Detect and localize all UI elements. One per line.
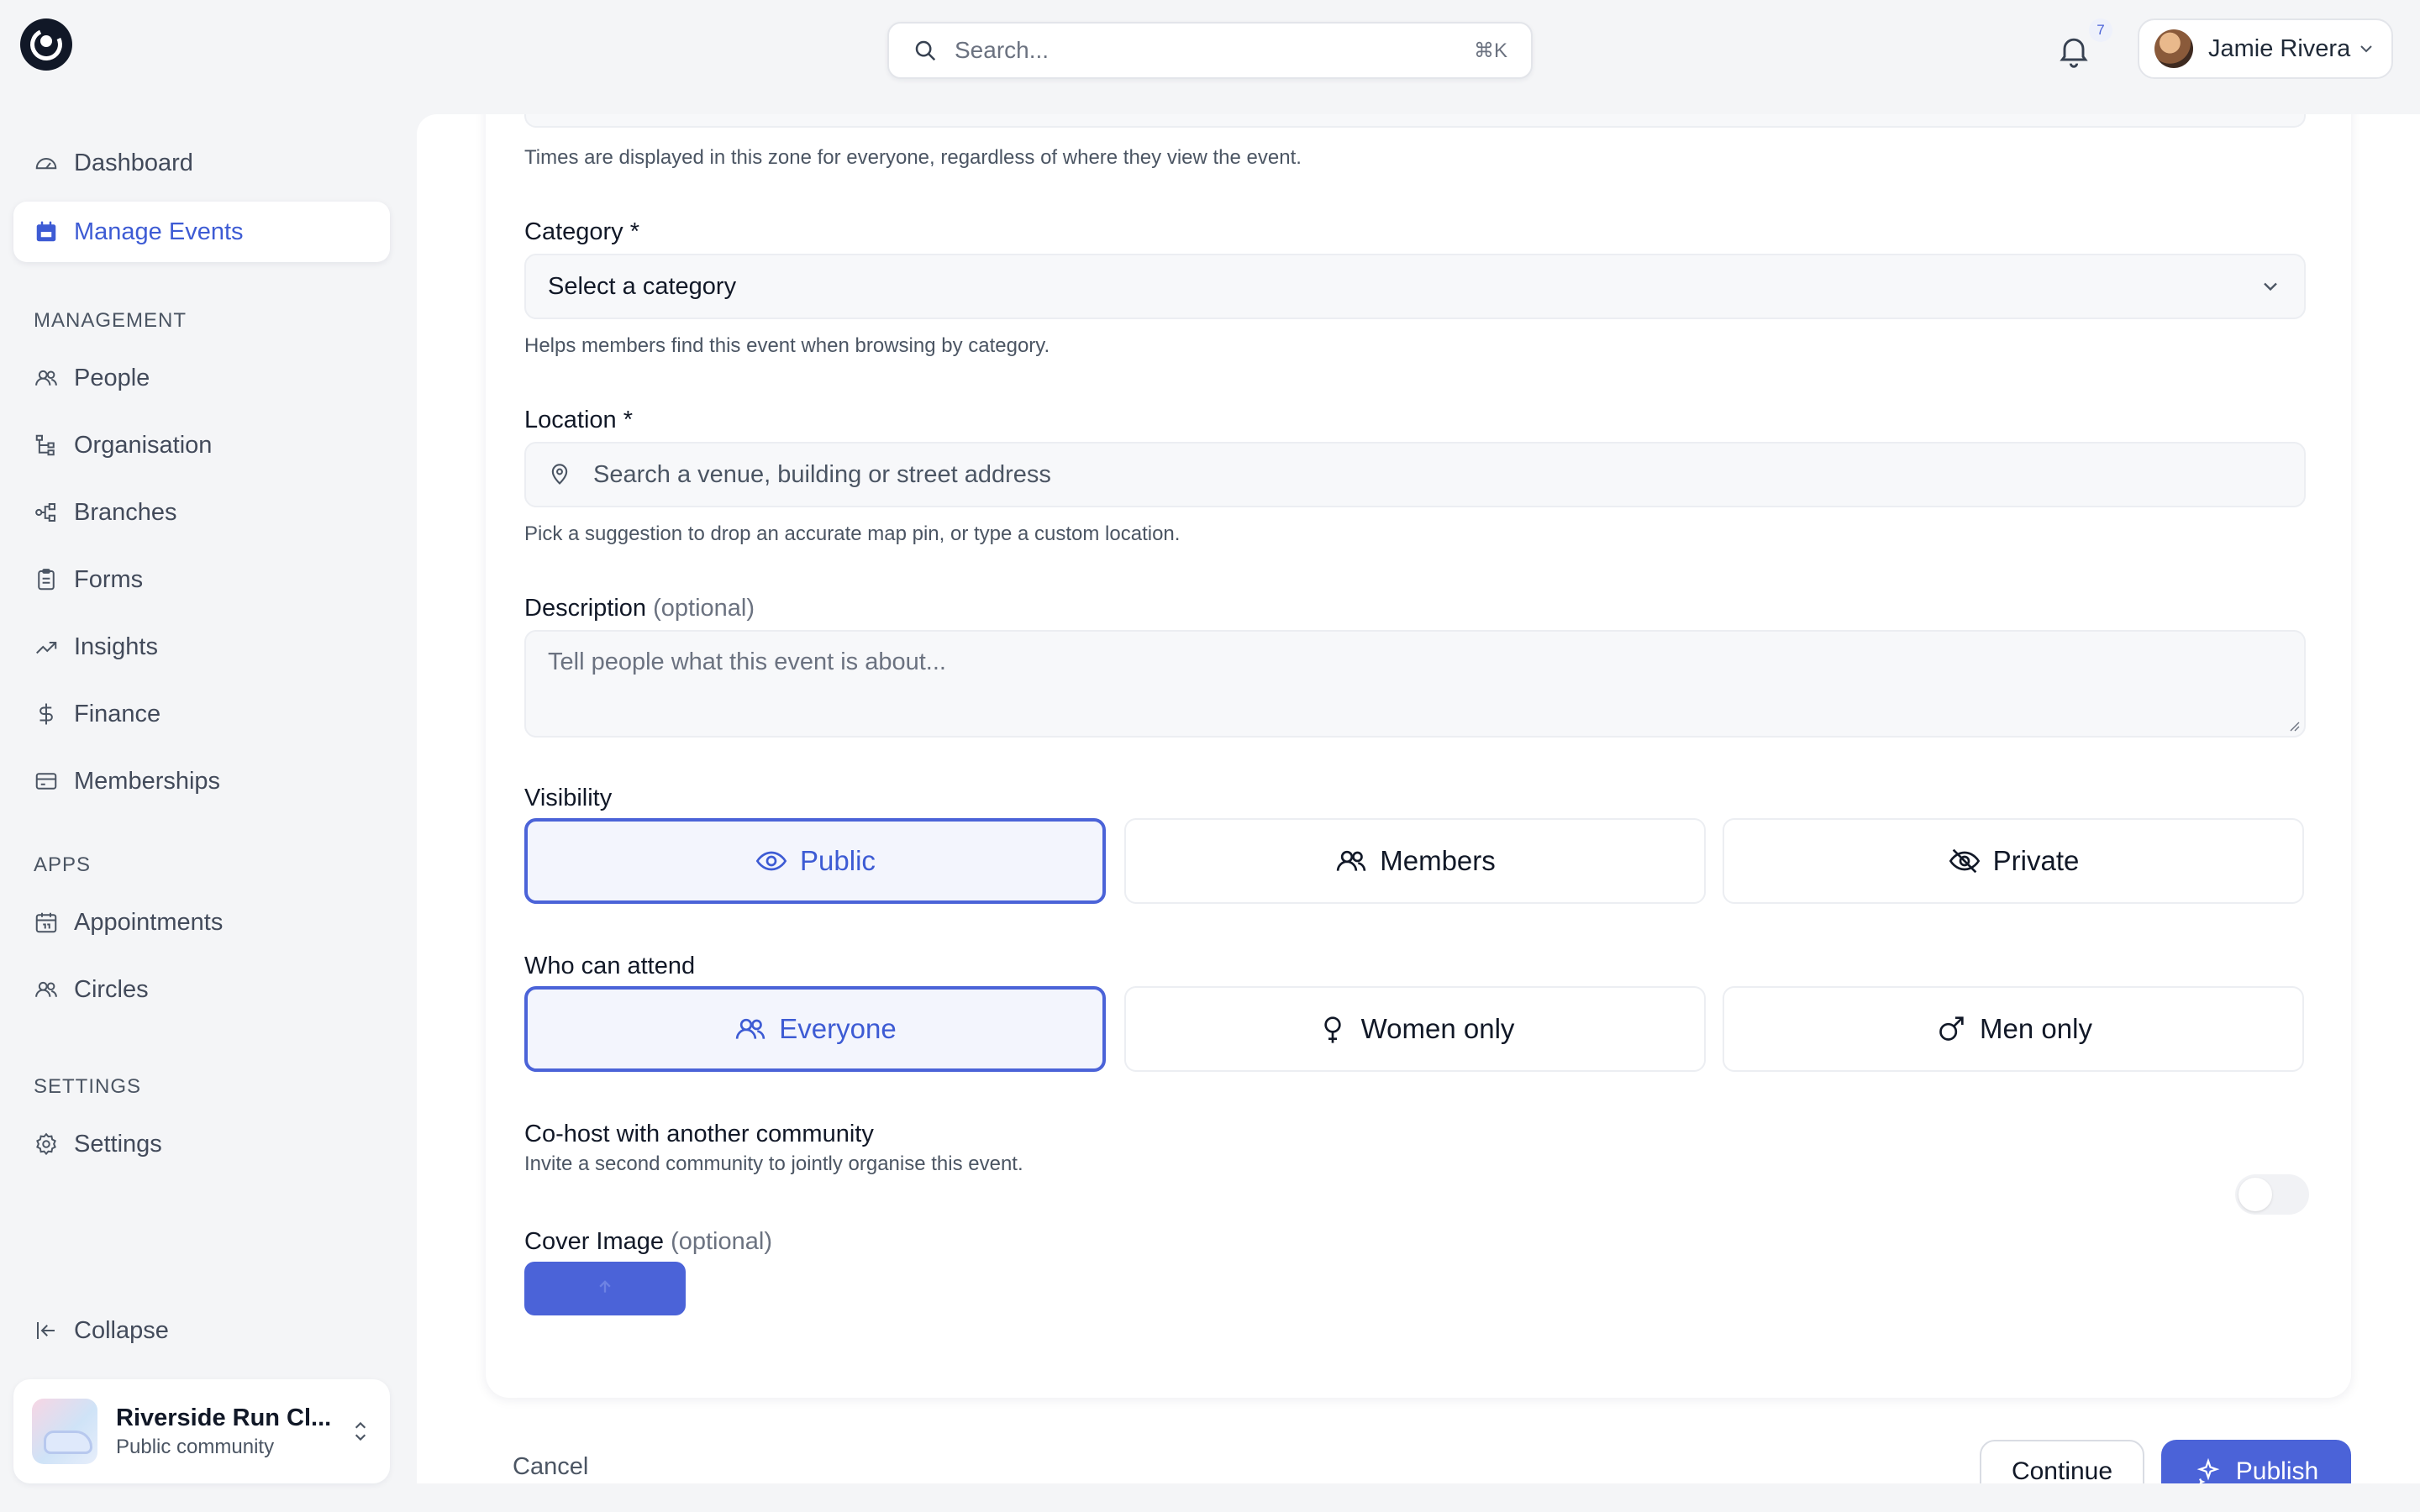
top-bar: Search... ⌘K 7 Jamie Rivera	[0, 0, 2420, 99]
sidebar: Dashboard Manage Events MANAGEMENT Peopl…	[0, 99, 403, 1512]
visibility-option-members[interactable]: Members	[1124, 818, 1706, 904]
female-icon	[1323, 1016, 1341, 1043]
sidebar-item-appointments[interactable]: Appointments	[13, 892, 390, 953]
users-icon	[35, 370, 57, 386]
users-icon	[736, 1018, 765, 1039]
visibility-label: Visibility	[524, 785, 613, 811]
visibility-option-public[interactable]: Public	[524, 818, 1106, 904]
users-icon	[1337, 850, 1366, 871]
description-textarea[interactable]: Tell people what this event is about...	[524, 630, 2306, 738]
app-logo[interactable]	[20, 18, 72, 71]
search-icon	[915, 40, 936, 61]
visibility-option-private[interactable]: Private	[1723, 818, 2304, 904]
sidebar-item-insights[interactable]: Insights	[13, 617, 390, 677]
chevron-up-down-icon	[355, 1421, 366, 1441]
publish-button[interactable]: Publish	[2161, 1440, 2351, 1483]
continue-button[interactable]: Continue	[1980, 1440, 2144, 1483]
main-content: Times are displayed in this zone for eve…	[417, 114, 2420, 1483]
cover-image-label: Cover Image (optional)	[524, 1228, 772, 1255]
sidebar-collapse-button[interactable]: Collapse	[13, 1300, 390, 1361]
sidebar-item-branches[interactable]: Branches	[13, 482, 390, 543]
cohost-toggle[interactable]	[2235, 1174, 2309, 1215]
users-icon	[35, 981, 57, 997]
sidebar-item-forms[interactable]: Forms	[13, 549, 390, 610]
gauge-icon	[35, 158, 57, 170]
avatar	[2154, 29, 2193, 68]
section-label-settings: SETTINGS	[34, 1075, 142, 1098]
map-pin-icon	[551, 464, 568, 485]
description-label: Description (optional)	[524, 595, 755, 622]
timezone-help: Times are displayed in this zone for eve…	[524, 146, 1302, 169]
cohost-label: Co-host with another community	[524, 1121, 874, 1147]
search-shortcut: ⌘K	[1473, 39, 1507, 62]
calendar-icon	[36, 221, 56, 242]
user-menu[interactable]: Jamie Rivera	[2138, 18, 2393, 79]
trend-icon	[36, 642, 57, 654]
community-switcher[interactable]: Riverside Run Cl... Public community	[13, 1379, 390, 1483]
notification-badge: 7	[2089, 18, 2112, 42]
description-placeholder: Tell people what this event is about...	[548, 648, 946, 675]
category-value: Select a category	[548, 272, 737, 300]
bell-icon[interactable]	[2055, 32, 2092, 69]
location-help: Pick a suggestion to drop an accurate ma…	[524, 522, 1181, 545]
attendance-label: Who can attend	[524, 953, 696, 979]
attendance-option-men-only[interactable]: Men only	[1723, 986, 2304, 1072]
calendar-icon	[35, 912, 57, 933]
collapse-icon	[37, 1322, 55, 1339]
category-label: Category *	[524, 218, 640, 245]
sidebar-item-finance[interactable]: Finance	[13, 684, 390, 744]
search-bar[interactable]: Search... ⌘K	[887, 22, 1533, 79]
category-select[interactable]: Select a category	[524, 254, 2306, 319]
male-icon	[1939, 1016, 1964, 1041]
sparkle-icon	[2196, 1457, 2220, 1483]
eye-icon	[755, 851, 787, 871]
cohost-help: Invite a second community to jointly org…	[524, 1152, 1023, 1175]
location-input[interactable]: Search a venue, building or street addre…	[524, 442, 2306, 507]
sidebar-item-circles[interactable]: Circles	[13, 959, 390, 1020]
location-label: Location *	[524, 407, 633, 433]
sidebar-item-settings[interactable]: Settings	[13, 1114, 390, 1174]
toggle-knob	[2238, 1178, 2272, 1211]
sidebar-item-people[interactable]: People	[13, 348, 390, 408]
section-label-management: MANAGEMENT	[34, 309, 187, 332]
community-type: Public community	[116, 1435, 275, 1458]
sidebar-item-organisation[interactable]: Organisation	[13, 415, 390, 475]
resize-handle-icon[interactable]	[2287, 719, 2301, 732]
community-name: Riverside Run Cl...	[116, 1404, 332, 1431]
cover-image-upload-button[interactable]	[524, 1262, 686, 1315]
sidebar-item-dashboard[interactable]: Dashboard	[13, 133, 390, 193]
search-input[interactable]: Search...	[955, 37, 1474, 64]
hierarchy-icon	[35, 434, 55, 456]
sidebar-item-manage-events[interactable]: Manage Events	[13, 202, 390, 262]
branches-icon	[35, 503, 55, 522]
timezone-field[interactable]	[524, 114, 2306, 128]
eye-off-icon	[1949, 848, 1980, 874]
upload-icon	[599, 1280, 611, 1293]
gear-icon	[36, 1132, 56, 1156]
chevron-down-icon	[2360, 45, 2372, 53]
card-icon	[35, 773, 57, 790]
attendance-option-women-only[interactable]: Women only	[1124, 986, 1706, 1072]
clipboard-icon	[38, 569, 55, 591]
location-placeholder: Search a venue, building or street addre…	[593, 460, 1051, 488]
user-name: Jamie Rivera	[2208, 34, 2351, 62]
dollar-icon	[39, 703, 53, 725]
attendance-option-everyone[interactable]: Everyone	[524, 986, 1106, 1072]
sidebar-item-memberships[interactable]: Memberships	[13, 751, 390, 811]
chevron-down-icon	[2264, 282, 2277, 291]
cancel-button[interactable]: Cancel	[513, 1453, 588, 1481]
event-form-card: Times are displayed in this zone for eve…	[486, 114, 2351, 1398]
category-help: Helps members find this event when brows…	[524, 334, 1050, 357]
community-image	[32, 1399, 97, 1464]
section-label-apps: APPS	[34, 853, 92, 876]
